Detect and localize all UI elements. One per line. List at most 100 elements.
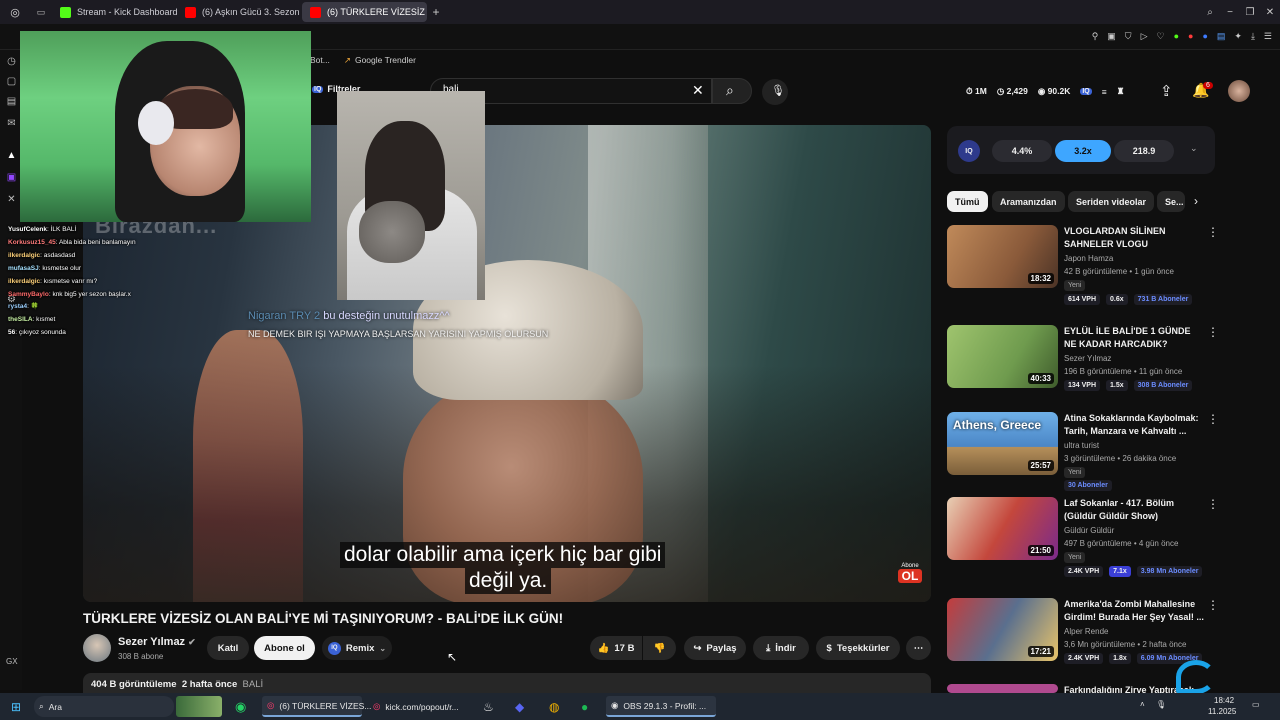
rec-title[interactable]: Laf Sokanlar - 417. Bölüm (Güldür Güldür… bbox=[1064, 497, 1204, 523]
recommended-video[interactable]: 21:50 Laf Sokanlar - 417. Bölüm (Güldür … bbox=[947, 497, 1219, 587]
trophy-icon[interactable]: ♜ bbox=[1117, 86, 1125, 97]
tab-askin-gucu[interactable]: (6) Aşkın Gücü 3. Sezon bbox=[177, 2, 302, 22]
rec-title[interactable]: VLOGLARDAN SİLİNEN SAHNELER VLOGU bbox=[1064, 225, 1204, 251]
taskbar-opera-youtube[interactable]: ◎ (6) TÜRKLERE VİZES... bbox=[262, 696, 371, 717]
user-avatar[interactable] bbox=[1228, 80, 1250, 102]
chip-series[interactable]: Seriden videolar bbox=[1068, 191, 1155, 212]
twitch-icon[interactable]: ▣ bbox=[6, 172, 17, 183]
recommended-video[interactable]: 18:32 VLOGLARDAN SİLİNEN SAHNELER VLOGU … bbox=[947, 225, 1219, 315]
discord-icon[interactable]: ◆ bbox=[510, 696, 529, 717]
shield-icon[interactable]: ⛉ bbox=[1125, 31, 1132, 42]
channel-avatar[interactable] bbox=[83, 634, 111, 662]
close-window-icon[interactable]: ✕ bbox=[1260, 7, 1280, 18]
voice-search-button[interactable]: 🎙 bbox=[762, 79, 788, 105]
clear-search-icon[interactable]: ✕ bbox=[692, 82, 704, 99]
score-metric[interactable]: 218.9 bbox=[1114, 140, 1174, 162]
more-vertical-icon[interactable]: ⋮ bbox=[1207, 598, 1219, 612]
subscribe-button[interactable]: Abone ol bbox=[254, 636, 315, 660]
channel-name[interactable]: Sezer Yılmaz ✔ bbox=[118, 636, 196, 648]
bookmark-bot[interactable]: Bot... bbox=[310, 55, 330, 65]
chrome-icon[interactable]: ◍ bbox=[544, 696, 564, 717]
box-icon[interactable]: ▢ bbox=[6, 76, 17, 87]
whatsapp-icon[interactable]: ◉ bbox=[230, 696, 251, 717]
tab-turklere-vizesiz[interactable]: (6) TÜRKLERE VİZESİZ OL bbox=[302, 2, 427, 22]
like-button[interactable]: 👍 17 B bbox=[590, 636, 642, 660]
start-windows-icon[interactable]: ⊞ bbox=[6, 696, 26, 717]
rec-channel[interactable]: Alper Rende bbox=[1064, 627, 1108, 636]
search-tabs-icon[interactable]: ⌕ bbox=[1200, 7, 1220, 18]
iq-icon[interactable]: IQ bbox=[1080, 88, 1092, 95]
clock-icon[interactable]: ◷ bbox=[6, 56, 17, 67]
rec-title[interactable]: Amerika'da Zombi Mahallesine Girdim! Bur… bbox=[1064, 598, 1204, 624]
notifications-tray-icon[interactable]: ▭ bbox=[1252, 700, 1260, 709]
download-button[interactable]: ⤓ İndir bbox=[753, 636, 809, 660]
restore-icon[interactable]: ❐ bbox=[1240, 7, 1260, 18]
multiplier-metric[interactable]: 3.2x bbox=[1055, 140, 1111, 162]
heart-icon[interactable]: ♡ bbox=[1156, 31, 1164, 42]
screenshot-icon[interactable]: ▣ bbox=[1107, 31, 1116, 42]
chip-all[interactable]: Tümü bbox=[947, 191, 988, 212]
date[interactable]: 11.2025 bbox=[1208, 707, 1236, 716]
video-thumbnail[interactable]: 18:32 bbox=[947, 225, 1058, 288]
bookmark-google-trends[interactable]: ↗ Google Trendler bbox=[344, 55, 416, 66]
rec-title[interactable]: Atina Sokaklarında Kaybolmak: Tarih, Man… bbox=[1064, 412, 1204, 438]
taskbar-obs[interactable]: ◉ OBS 29.1.3 - Profil: ... bbox=[606, 696, 716, 717]
sidebar-icon[interactable]: ☰ bbox=[1264, 31, 1272, 42]
minimize-icon[interactable]: − bbox=[1220, 7, 1240, 18]
rec-channel[interactable]: Sezer Yılmaz bbox=[1064, 354, 1111, 363]
search-button[interactable]: ⌕ bbox=[712, 78, 752, 104]
chip-from-search[interactable]: Aramanızdan bbox=[992, 191, 1065, 212]
description-box[interactable]: 404 B görüntüleme 2 hafta önce BALİ bbox=[83, 673, 931, 695]
video-thumbnail[interactable] bbox=[947, 684, 1058, 693]
more-vertical-icon[interactable]: ⋮ bbox=[1207, 325, 1219, 339]
more-actions-button[interactable]: ⋯ bbox=[906, 636, 931, 660]
chip-more[interactable]: Se... bbox=[1157, 191, 1185, 212]
extension-red-icon[interactable]: ● bbox=[1188, 31, 1193, 42]
list-icon[interactable]: ≡ bbox=[1102, 87, 1107, 97]
recommended-video[interactable]: Athens, Greece 25:57 Atina Sokaklarında … bbox=[947, 412, 1219, 492]
more-vertical-icon[interactable]: ⋮ bbox=[1207, 412, 1219, 426]
time[interactable]: 18:42 bbox=[1214, 696, 1234, 705]
mic-tray-icon[interactable]: 🎙 bbox=[1156, 700, 1166, 709]
chevron-right-icon[interactable]: › bbox=[1194, 194, 1198, 208]
subscribe-watermark[interactable]: Abone OL bbox=[898, 563, 922, 583]
rec-channel[interactable]: ultra turist bbox=[1064, 441, 1099, 450]
share-button[interactable]: ↪ Paylaş bbox=[684, 636, 746, 660]
download-icon[interactable]: ⤓ bbox=[1251, 31, 1255, 42]
extension-green-icon[interactable]: ● bbox=[1174, 31, 1179, 42]
video-thumbnail[interactable]: 21:50 bbox=[947, 497, 1058, 560]
rec-channel[interactable]: Japon Hamza bbox=[1064, 254, 1113, 263]
remix-button[interactable]: IQ Remix ⌄ bbox=[322, 636, 392, 660]
tab-kick-dashboard[interactable]: Stream - Kick Dashboard bbox=[52, 2, 177, 22]
kick-sidebar-icon[interactable]: ▲ bbox=[6, 150, 17, 161]
taskbar-search[interactable]: ⌕ Ara bbox=[34, 696, 174, 717]
recommended-video[interactable]: 40:33 EYLÜL İLE BALİ'DE 1 GÜNDE NE KADAR… bbox=[947, 325, 1219, 405]
spotify-icon[interactable]: ● bbox=[576, 696, 593, 717]
video-thumbnail[interactable]: 17:21 bbox=[947, 598, 1058, 661]
video-thumbnail[interactable]: 40:33 bbox=[947, 325, 1058, 388]
join-button[interactable]: Katıl bbox=[207, 636, 249, 660]
engagement-metric[interactable]: 4.4% bbox=[992, 140, 1052, 162]
steam-icon[interactable]: ♨ bbox=[478, 696, 499, 717]
upload-icon[interactable]: ⇪ bbox=[1160, 82, 1173, 100]
hashtag[interactable]: BALİ bbox=[243, 679, 264, 690]
pin-icon[interactable]: ⚲ bbox=[1092, 31, 1099, 42]
dislike-button[interactable]: 👎 bbox=[643, 636, 676, 660]
video-thumbnail[interactable]: Athens, Greece 25:57 bbox=[947, 412, 1058, 475]
taskbar-opera-kick[interactable]: ◎ kick.com/popout/r... bbox=[368, 696, 468, 717]
x-icon[interactable]: ✕ bbox=[6, 194, 17, 205]
metrics-chevron-icon[interactable]: ⌄ bbox=[1190, 143, 1198, 154]
puzzle-icon[interactable]: ✦ bbox=[1234, 31, 1242, 42]
tab-list-icon[interactable]: ▭ bbox=[30, 2, 52, 22]
tray-chevron-icon[interactable]: ˄ bbox=[1140, 700, 1145, 709]
more-vertical-icon[interactable]: ⋮ bbox=[1207, 497, 1219, 511]
more-vertical-icon[interactable]: ⋮ bbox=[1207, 225, 1219, 239]
rec-channel[interactable]: Güldür Güldür bbox=[1064, 526, 1114, 535]
browser-menu-icon[interactable]: ◎ bbox=[0, 2, 30, 22]
taskbar-widget-image[interactable] bbox=[176, 696, 222, 717]
thanks-button[interactable]: $ Teşekkürler bbox=[816, 636, 900, 660]
extension-blue-icon[interactable]: ● bbox=[1202, 31, 1207, 42]
recommended-video[interactable]: 17:21 Amerika'da Zombi Mahallesine Girdi… bbox=[947, 598, 1219, 668]
translate-icon[interactable]: ▤ bbox=[1217, 31, 1226, 42]
mail-icon[interactable]: ✉ bbox=[6, 118, 17, 129]
